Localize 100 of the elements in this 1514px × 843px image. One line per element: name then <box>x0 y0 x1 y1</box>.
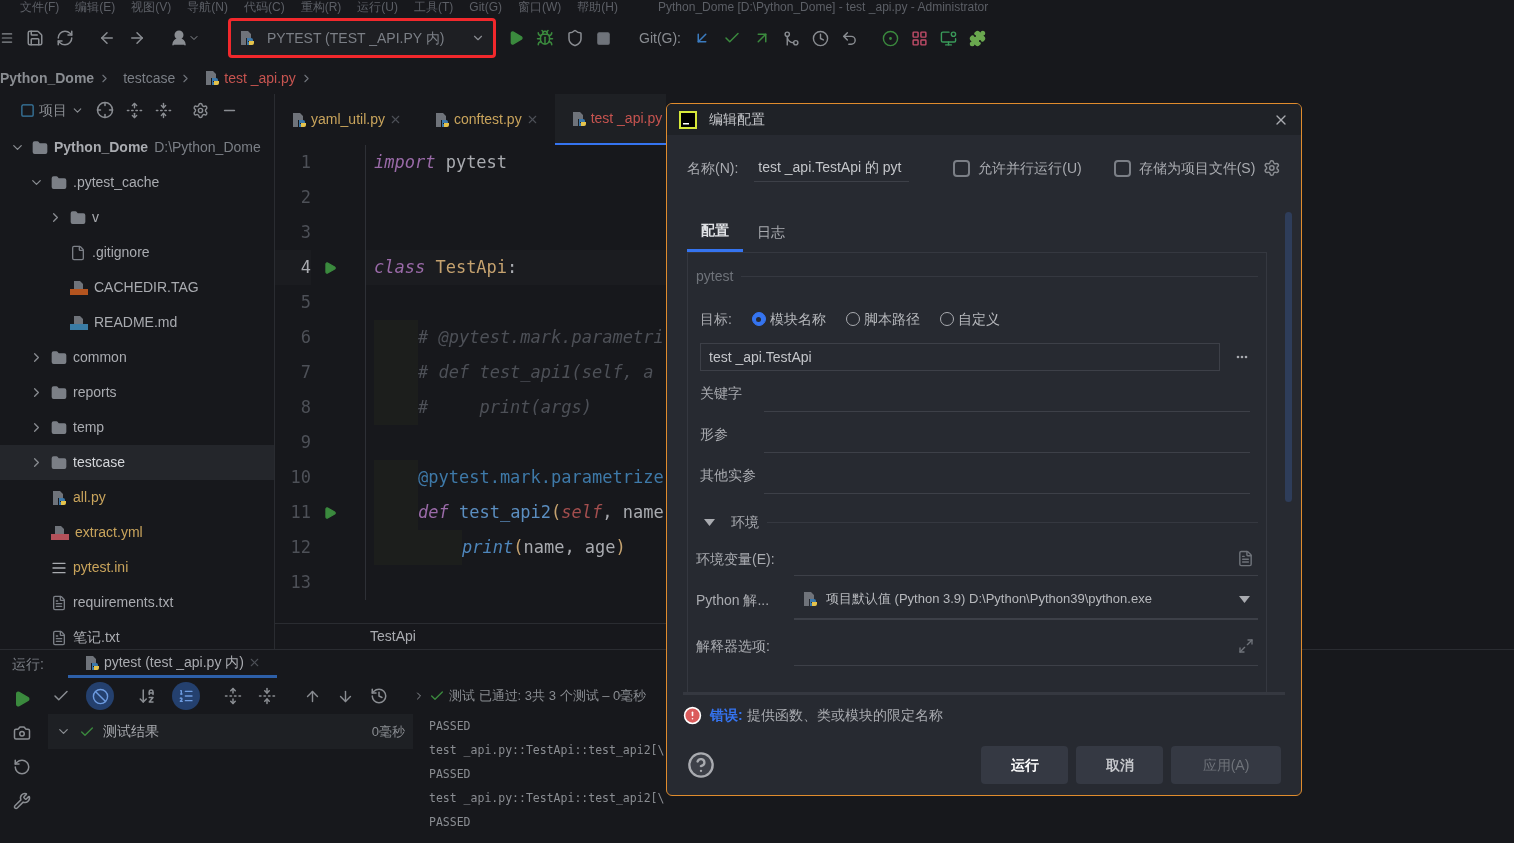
code-line: print(name, age) <box>462 535 626 559</box>
console-line: PASSED <box>429 766 472 783</box>
line-number: 4 <box>299 255 311 279</box>
console-line: PASSED <box>429 814 472 831</box>
tree-item[interactable]: v <box>0 200 274 235</box>
tree-item[interactable]: .gitignore <box>0 235 274 270</box>
project-view-dropdown[interactable]: 项目 <box>39 99 67 121</box>
tree-item-label: reports <box>73 383 117 402</box>
tree-item[interactable]: README.md <box>0 305 274 340</box>
tree-item-label: v <box>92 208 99 227</box>
field-label: 其他实参 <box>700 466 757 485</box>
target-field[interactable]: test _api.TestApi <box>700 343 1220 371</box>
editor-tab[interactable]: conftest.py <box>417 94 555 145</box>
test-results-label: 测试结果 <box>103 722 159 741</box>
tree-item-label: testcase <box>73 453 126 472</box>
tree-item-label: temp <box>73 418 105 437</box>
line-number: 3 <box>299 220 311 244</box>
dialog-tab[interactable]: 配置 <box>687 212 743 252</box>
code-line: def test_api2(self, name <box>418 500 664 524</box>
tree-item[interactable]: requirements.txt <box>0 585 274 620</box>
line-number: 1 <box>299 150 311 174</box>
target-label: 目标: <box>700 309 732 329</box>
tree-item[interactable]: Python_Dome D:\Python_Dome <box>0 130 274 165</box>
line-number: 11 <box>289 500 311 524</box>
tree-item[interactable]: temp <box>0 410 274 445</box>
line-number: 6 <box>299 325 311 349</box>
tree-item[interactable]: testcase <box>0 445 274 480</box>
tree-item-label: README.md <box>94 313 178 332</box>
tree-item[interactable]: CACHEDIR.TAG <box>0 270 274 305</box>
code-line: @pytest.mark.parametrize <box>418 465 664 489</box>
field-label: Python 解... <box>696 590 771 610</box>
code-line: # def test_api1(self, a <box>418 360 654 384</box>
option-checkbox[interactable]: 允许并行运行(U) <box>953 157 1082 179</box>
tab-label: yaml_util.py <box>311 110 385 129</box>
editor-tab[interactable]: test _api.py <box>554 94 666 145</box>
line-number: 2 <box>299 185 311 209</box>
section-title: pytest <box>696 266 734 286</box>
run-configuration-dropdown[interactable]: PYTEST (TEST _API.PY 内) <box>228 18 496 58</box>
code-line: # @pytest.mark.parametri <box>418 325 664 349</box>
tree-item-label: all.py <box>73 488 106 507</box>
tree-item[interactable]: pytest.ini <box>0 550 274 585</box>
run-tab[interactable]: pytest (test _api.py 内) <box>67 650 277 678</box>
name-label: 名称(N): <box>687 158 739 178</box>
tree-item-label: requirements.txt <box>73 593 174 612</box>
code-line: import pytest <box>374 150 508 174</box>
tree-item[interactable]: reports <box>0 375 274 410</box>
tree-item[interactable]: .pytest_cache <box>0 165 274 200</box>
line-number: 13 <box>289 570 311 594</box>
tree-item-label: extract.yml <box>75 523 143 542</box>
tree-item[interactable]: extract.yml <box>0 515 274 550</box>
console-line: test _api.py::TestApi::test_api2[\ <box>429 742 666 759</box>
tree-item-label: pytest.ini <box>73 558 129 577</box>
dialog-button[interactable]: 取消 <box>1076 746 1163 784</box>
tree-item-label: Python_Dome <box>54 138 149 157</box>
tree-item-path: D:\Python_Dome <box>154 138 261 157</box>
line-number: 5 <box>299 290 311 314</box>
tab-label: test _api.py <box>590 109 663 128</box>
tree-item[interactable]: 笔记.txt <box>0 620 274 649</box>
breadcrumb[interactable]: testcase <box>123 67 176 89</box>
structure-breadcrumb[interactable]: TestApi <box>370 626 416 647</box>
tree-item-label: common <box>73 348 127 367</box>
dialog-title: 编辑配置 <box>709 110 765 129</box>
tree-item-label: .pytest_cache <box>73 173 160 192</box>
breadcrumb[interactable]: test _api.py <box>224 67 296 89</box>
code-line: class TestApi: <box>374 255 518 279</box>
name-field[interactable]: test _api.TestApi 的 pyt <box>754 154 910 182</box>
breadcrumb[interactable]: Python_Dome <box>0 67 95 89</box>
line-number: 9 <box>299 430 311 454</box>
tree-item[interactable]: all.py <box>0 480 274 515</box>
field-label: 环境变量(E): <box>696 549 776 569</box>
dialog-tab[interactable]: 日志 <box>743 212 799 252</box>
line-number: 8 <box>299 395 311 419</box>
code-line: # print(args) <box>418 395 592 419</box>
tree-item-label: 笔记.txt <box>73 628 120 647</box>
target-radio[interactable]: 自定义 <box>939 308 1000 330</box>
line-number: 12 <box>289 535 311 559</box>
editor-tab[interactable]: yaml_util.py <box>275 94 418 145</box>
console-line: test _api.py::TestApi::test_api2[\ <box>429 790 666 807</box>
line-number: 7 <box>299 360 311 384</box>
window-title: Python_Dome [D:\Python_Dome] - test _api.py - Administrator <box>658 1 989 13</box>
tab-label: conftest.py <box>453 110 522 129</box>
tree-item[interactable]: common <box>0 340 274 375</box>
git-label: Git(G): <box>639 28 681 48</box>
field-label: 关键字 <box>700 384 743 403</box>
target-radio[interactable]: 模块名称 <box>751 308 826 330</box>
test-status: 测试 已通过: 3共 3 个测试 – 0毫秒 <box>449 687 647 706</box>
test-duration: 0毫秒 <box>371 722 405 741</box>
run-label: 运行: <box>12 654 44 674</box>
target-radio[interactable]: 脚本路径 <box>845 308 920 330</box>
tree-item-label: .gitignore <box>92 243 150 262</box>
error-message: 错误: 提供函数、类或模块的限定名称 <box>710 705 943 725</box>
field-label: 解释器选项: <box>696 636 771 656</box>
dialog-button[interactable]: 运行 <box>981 746 1068 784</box>
section-title: 环境 <box>731 512 759 532</box>
tree-item-label: CACHEDIR.TAG <box>94 278 199 297</box>
field-label: 形参 <box>700 425 729 444</box>
line-number: 10 <box>289 465 311 489</box>
interpreter-dropdown[interactable]: 项目默认值 (Python 3.9) D:\Python\Python39\python.exe <box>794 580 1258 620</box>
test-results-row[interactable]: 测试结果 0毫秒 <box>48 714 413 749</box>
option-checkbox[interactable]: 存储为项目文件(S) <box>1113 157 1256 179</box>
